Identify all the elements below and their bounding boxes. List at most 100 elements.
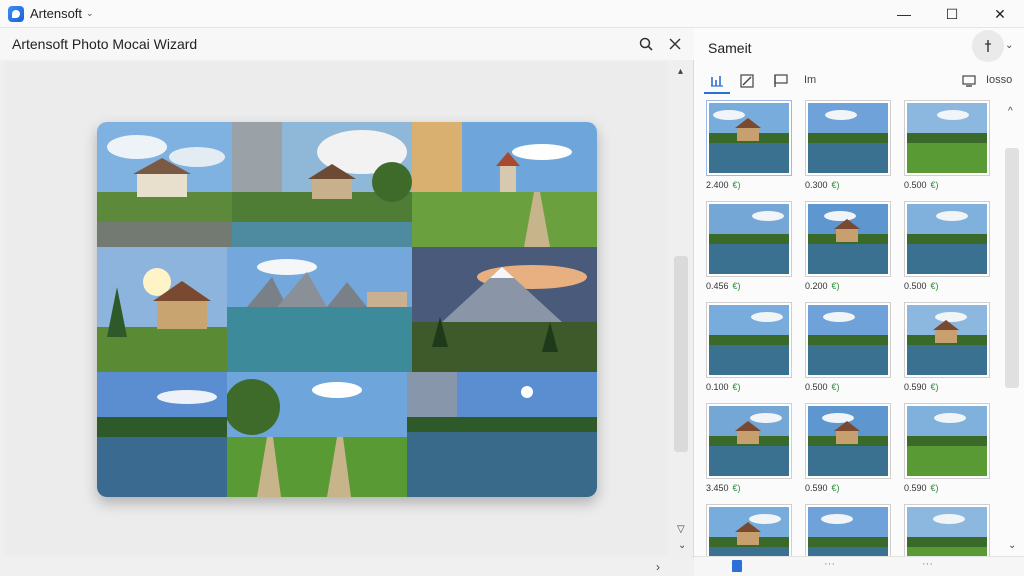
thumbnail-info: 0.500 €) [805, 382, 891, 392]
thumbnail-item[interactable]: 3.450 €) [706, 403, 792, 493]
thumbnail-info: 0.100 €) [706, 382, 792, 392]
mosaic-tile[interactable] [407, 372, 597, 497]
scroll-up-icon[interactable]: ▴ [678, 66, 683, 77]
mosaic-tile[interactable] [97, 247, 227, 372]
thumbnail-value: 0.500 [904, 281, 927, 291]
minimize-button[interactable]: — [880, 0, 928, 28]
scroll-right-icon[interactable]: › [656, 560, 660, 574]
panel-expand-icon[interactable]: ⌄ [1005, 40, 1013, 51]
mosaic-tile[interactable] [97, 122, 232, 247]
panel-title: Sameit [708, 40, 752, 56]
mosaic-tile[interactable] [232, 122, 412, 247]
page-icon[interactable] [732, 560, 742, 572]
panel-scrollbar-thumb[interactable] [1005, 148, 1019, 388]
title-bar: Artensoft ⌄ — ☐ ✕ [0, 0, 1024, 28]
edit-icon[interactable] [734, 68, 760, 94]
thumbnail-item[interactable]: 0.590 €) [805, 403, 891, 493]
thumbnail-item[interactable]: 0.456 €) [706, 201, 792, 291]
mosaic-tile[interactable] [97, 372, 227, 497]
more-icon[interactable]: ··· [922, 558, 933, 570]
maximize-button[interactable]: ☐ [928, 0, 976, 28]
thumbnail-image[interactable] [805, 201, 891, 277]
photo-mosaic[interactable] [97, 122, 597, 497]
thumbnail-unit: €) [930, 281, 939, 291]
mosaic-scrollbar-thumb[interactable] [674, 256, 688, 452]
thumbnail-unit: €) [930, 180, 939, 190]
thumbnail-item[interactable]: 0.100 €) [706, 302, 792, 392]
thumbnail-item[interactable]: 0.500 €) [805, 302, 891, 392]
thumbnail-value: 0.200 [805, 281, 828, 291]
import-icon[interactable] [956, 68, 982, 94]
thumbnail-image[interactable] [904, 302, 990, 378]
thumbnail-image[interactable] [805, 302, 891, 378]
thumbnail-value: 0.590 [805, 483, 828, 493]
thumbnail-item[interactable]: 0.590 €) [904, 403, 990, 493]
thumbnail-value: 0.100 [706, 382, 729, 392]
close-wizard-icon[interactable] [665, 34, 685, 54]
thumbnail-unit: €) [930, 483, 939, 493]
close-window-button[interactable]: ✕ [976, 0, 1024, 28]
more-icon[interactable]: ··· [824, 558, 835, 570]
horizontal-scrollbar[interactable]: › [0, 558, 694, 576]
search-icon[interactable] [636, 34, 656, 54]
thumbnail-value: 2.400 [706, 180, 729, 190]
thumbnail-info: 0.500 €) [904, 180, 990, 190]
thumbnail-unit: €) [732, 382, 741, 392]
thumbnail-image[interactable] [706, 100, 792, 176]
panel-scroll-down-icon[interactable]: ⌄ [1008, 540, 1016, 551]
thumbnail-image[interactable] [904, 403, 990, 479]
thumbnail-image[interactable] [904, 201, 990, 277]
thumbnail-image[interactable] [805, 100, 891, 176]
mosaic-tile[interactable] [412, 247, 597, 372]
thumbnail-item[interactable]: 2.400 €) [706, 100, 792, 190]
thumbnail-image[interactable] [706, 302, 792, 378]
thumbnail-info: 0.590 €) [904, 382, 990, 392]
thumbnail-item[interactable]: 0.200 €) [805, 201, 891, 291]
thumbnail-value: 0.500 [805, 382, 828, 392]
fit-view-icon[interactable]: ▽ [677, 524, 685, 535]
toolbar-right-label[interactable]: Iosso [986, 74, 1012, 86]
source-images-panel: Sameit ⌄ Im Iosso 2.400 €) 0.300 €) 0.500 €) 0… [694, 28, 1024, 576]
mosaic-canvas[interactable] [4, 62, 668, 556]
thumbnail-info: 0.200 €) [805, 281, 891, 291]
thumbnail-info: 0.500 €) [904, 281, 990, 291]
wizard-header: Artensoft Photo Mocai Wizard [0, 28, 694, 60]
panel-footer: ··· ··· [694, 556, 1024, 576]
thumbnail-unit: €) [831, 281, 840, 291]
thumbnail-image[interactable] [805, 403, 891, 479]
app-menu-caret-icon[interactable]: ⌄ [86, 8, 94, 19]
thumbnail-unit: €) [732, 180, 741, 190]
thumbnail-grid: 2.400 €) 0.300 €) 0.500 €) 0.456 €) 0.200 €) 0.500… [706, 100, 1002, 568]
thumbnail-info: 0.300 €) [805, 180, 891, 190]
thumbnail-image[interactable] [904, 100, 990, 176]
thumbnail-item[interactable]: 0.500 €) [904, 201, 990, 291]
thumbnail-value: 0.300 [805, 180, 828, 190]
thumbnail-info: 0.590 €) [805, 483, 891, 493]
thumbnail-value: 3.450 [706, 483, 729, 493]
scroll-down-icon[interactable]: ⌄ [678, 540, 686, 551]
window-controls: — ☐ ✕ [880, 0, 1024, 28]
thumbnail-image[interactable] [706, 403, 792, 479]
thumbnail-info: 2.400 €) [706, 180, 792, 190]
thumbnail-unit: €) [831, 382, 840, 392]
thumbnail-value: 0.500 [904, 180, 927, 190]
pin-icon[interactable] [972, 30, 1004, 62]
thumbnail-item[interactable]: 0.500 €) [904, 100, 990, 190]
thumbnail-info: 0.590 €) [904, 483, 990, 493]
thumbnail-item[interactable]: 0.300 €) [805, 100, 891, 190]
flag-icon[interactable] [768, 68, 794, 94]
thumbnail-unit: €) [930, 382, 939, 392]
toolbar-label[interactable]: Im [804, 74, 816, 86]
thumbnail-unit: €) [732, 483, 741, 493]
mosaic-tile[interactable] [227, 372, 407, 497]
mosaic-tile[interactable] [412, 122, 597, 247]
thumbnail-value: 0.456 [706, 281, 729, 291]
panel-scroll-up-icon[interactable]: ^ [1008, 106, 1013, 117]
thumbnail-unit: €) [831, 180, 840, 190]
chart-view-icon[interactable] [704, 68, 730, 94]
mosaic-tile[interactable] [227, 247, 412, 372]
app-name[interactable]: Artensoft [30, 6, 82, 21]
thumbnail-item[interactable]: 0.590 €) [904, 302, 990, 392]
thumbnail-info: 3.450 €) [706, 483, 792, 493]
thumbnail-image[interactable] [706, 201, 792, 277]
